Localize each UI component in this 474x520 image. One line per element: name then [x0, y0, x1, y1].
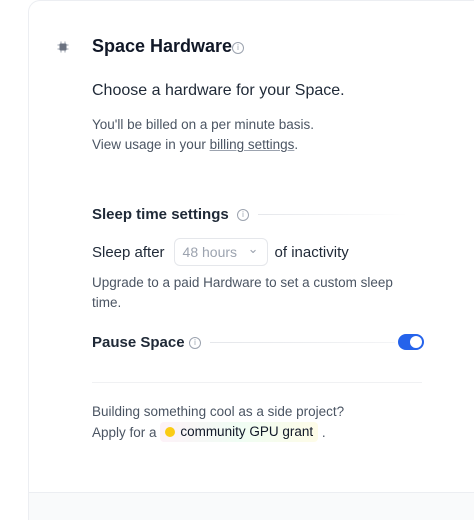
grant-apply-line: Apply for a community GPU grant . — [92, 422, 344, 443]
grant-icon — [165, 427, 176, 437]
sleep-after-row: Sleep after 48 hours ⌄ of inactivity — [92, 238, 349, 266]
community-gpu-grant-link[interactable]: community GPU grant — [160, 422, 319, 442]
gpu-grant-note: Building something cool as a side projec… — [92, 402, 344, 443]
grant-line: Building something cool as a side projec… — [92, 404, 345, 419]
sleep-after-label: Sleep after — [92, 243, 165, 261]
pause-space-toggle[interactable] — [398, 334, 424, 350]
billing-settings-link[interactable]: billing settings — [210, 137, 295, 152]
grant-prefix: Apply for a — [92, 425, 157, 440]
sleep-settings-heading: Sleep time settings — [92, 206, 229, 223]
billing-usage-line: View usage in your billing settings. — [92, 135, 314, 155]
grant-link-label: community GPU grant — [180, 424, 314, 439]
info-icon[interactable]: i — [232, 42, 244, 54]
chip-icon — [57, 41, 69, 53]
page-title: Space Hardware — [92, 36, 233, 56]
section-divider — [258, 214, 408, 215]
grant-suffix: . — [321, 425, 326, 440]
billing-line: You'll be billed on a per minute basis. — [92, 117, 314, 132]
billing-prefix: View usage in your — [92, 137, 210, 152]
divider — [92, 382, 422, 383]
pause-space-heading: Pause Space — [92, 334, 185, 351]
inactivity-label: of inactivity — [274, 243, 349, 261]
billing-suffix: . — [294, 137, 299, 152]
info-icon[interactable]: i — [237, 209, 249, 221]
section-divider — [210, 342, 395, 343]
info-icon[interactable]: i — [189, 337, 201, 349]
toggle-knob — [410, 336, 422, 348]
chevron-down-icon: ⌄ — [247, 241, 259, 257]
billing-note: You'll be billed on a per minute basis. … — [92, 115, 314, 155]
upgrade-note: Upgrade to a paid Hardware to set a cust… — [92, 275, 393, 310]
sleep-duration-value: 48 hours — [182, 244, 238, 260]
sleep-duration-select[interactable]: 48 hours ⌄ — [173, 238, 268, 266]
card-footer-strip — [28, 492, 474, 520]
hardware-subtitle: Choose a hardware for your Space. — [92, 82, 345, 99]
